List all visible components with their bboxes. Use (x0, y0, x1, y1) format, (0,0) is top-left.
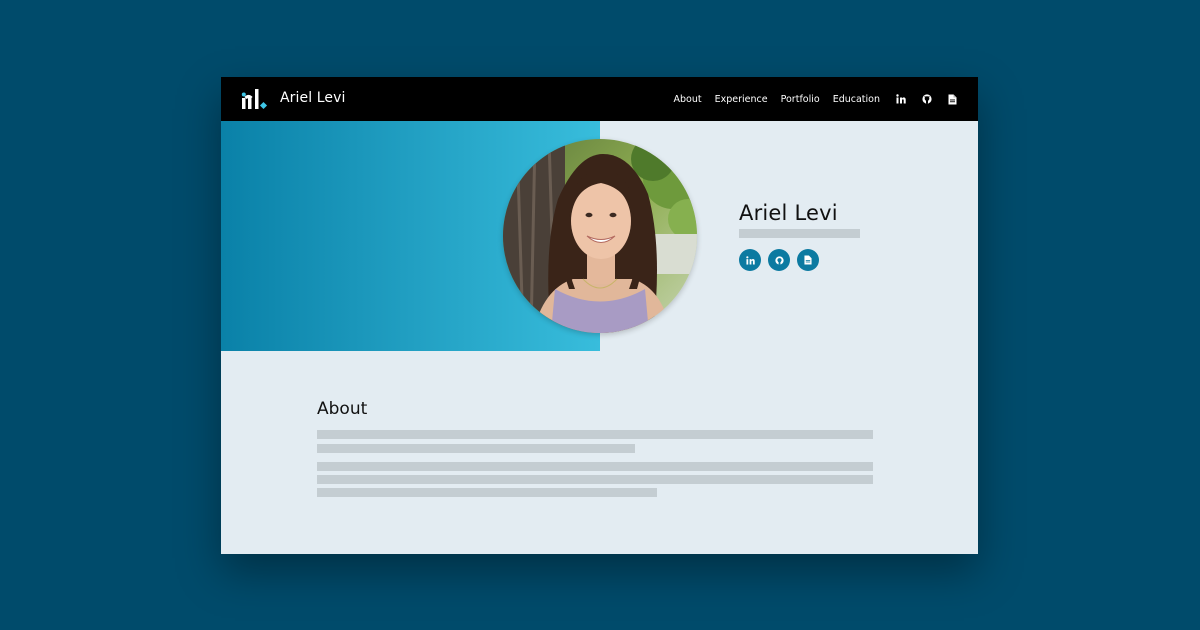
text-line-placeholder (317, 444, 635, 453)
navbar: Ariel Levi About Experience Portfolio Ed… (221, 77, 978, 121)
text-line-placeholder (317, 475, 873, 484)
nav-link-experience[interactable]: Experience (715, 94, 768, 105)
github-icon[interactable] (768, 249, 790, 271)
profile-photo (503, 139, 697, 333)
resume-document-icon[interactable] (797, 249, 819, 271)
nav-link-portfolio[interactable]: Portfolio (781, 94, 820, 105)
linkedin-icon[interactable] (895, 94, 906, 105)
linkedin-icon[interactable] (739, 249, 761, 271)
al-monogram-logo-icon[interactable] (241, 87, 273, 111)
about-heading: About (317, 399, 368, 419)
text-line-placeholder (317, 430, 873, 439)
brand-name[interactable]: Ariel Levi (280, 90, 346, 106)
profile-tagline (739, 229, 860, 238)
github-icon[interactable] (921, 94, 932, 105)
browser-window: Ariel Levi About Experience Portfolio Ed… (221, 77, 978, 554)
text-line-placeholder (317, 488, 657, 497)
nav-links: About Experience Portfolio Education (661, 77, 958, 121)
nav-link-about[interactable]: About (674, 94, 702, 105)
nav-link-education[interactable]: Education (833, 94, 880, 105)
text-line-placeholder (317, 462, 873, 471)
resume-document-icon[interactable] (947, 94, 958, 105)
social-links (739, 249, 826, 271)
profile-name: Ariel Levi (739, 201, 838, 225)
